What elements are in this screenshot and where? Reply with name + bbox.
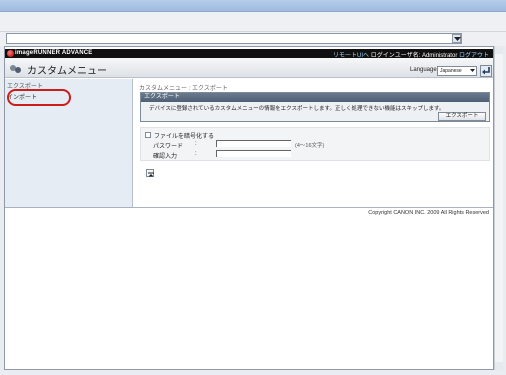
- chevron-down-icon: [470, 69, 475, 72]
- encryption-section: ファイルを暗号化する パスワード : (4～16文字) 確認入力 :: [140, 127, 490, 161]
- language-label: Language: [410, 67, 437, 73]
- address-input[interactable]: [6, 33, 462, 44]
- browser-titlebar: [0, 0, 506, 12]
- highlight-annotation: [7, 89, 71, 106]
- custom-menu-icon: [10, 65, 21, 73]
- password-label: パスワード: [153, 144, 184, 150]
- footer-divider: [5, 207, 493, 208]
- canon-logo-icon: [7, 50, 14, 57]
- page-header: カスタムメニュー Language Japanese: [5, 58, 493, 78]
- password-input[interactable]: [216, 140, 291, 147]
- browser-toolbar: [0, 12, 506, 32]
- export-button[interactable]: エクスポート: [438, 112, 486, 121]
- brand-name: imageRUNNER ADVANCE: [15, 50, 93, 56]
- export-description: デバイスに登録されているカスタムメニューの情報をエクスポートします。正しく処理で…: [149, 106, 445, 112]
- web-page: imageRUNNER ADVANCE リモートUIへ ログインユーザ名: Ad…: [4, 46, 494, 370]
- top-header-bar: imageRUNNER ADVANCE リモートUIへ ログインユーザ名: Ad…: [5, 49, 493, 59]
- encrypt-checkbox[interactable]: [145, 132, 151, 138]
- confirm-colon: :: [195, 151, 197, 157]
- confirm-label: 確認入力: [153, 154, 178, 160]
- copyright-text: Copyright CANON INC. 2009 All Rights Res…: [368, 210, 489, 216]
- browser-window: imageRUNNER ADVANCE リモートUIへ ログインユーザ名: Ad…: [0, 0, 506, 375]
- scroll-to-top-button[interactable]: [146, 169, 154, 177]
- confirm-password-input[interactable]: [216, 150, 291, 157]
- export-section-title: エクスポート: [141, 93, 489, 102]
- language-apply-button[interactable]: [480, 65, 492, 77]
- language-select[interactable]: Japanese: [437, 66, 477, 76]
- encrypt-label: ファイルを暗号化する: [154, 134, 215, 140]
- password-hint: (4～16文字): [295, 143, 325, 149]
- address-dropdown-button[interactable]: [452, 34, 461, 43]
- password-colon: :: [195, 141, 197, 147]
- scroll-up-arrow[interactable]: [495, 46, 503, 54]
- scroll-down-arrow[interactable]: [495, 362, 503, 370]
- language-value: Japanese: [440, 68, 462, 74]
- main-content: カスタムメニュー : エクスポート エクスポート デバイスに登録されているカスタ…: [137, 79, 493, 207]
- enter-arrow-icon: [482, 67, 490, 75]
- arrow-up-icon: [148, 172, 154, 177]
- chevron-down-icon: [454, 37, 461, 41]
- export-section: エクスポート デバイスに登録されているカスタムメニューの情報をエクスポートします…: [140, 92, 490, 122]
- vertical-scrollbar[interactable]: [494, 46, 503, 370]
- breadcrumb: カスタムメニュー : エクスポート: [139, 86, 228, 92]
- page-title: カスタムメニュー: [27, 66, 107, 77]
